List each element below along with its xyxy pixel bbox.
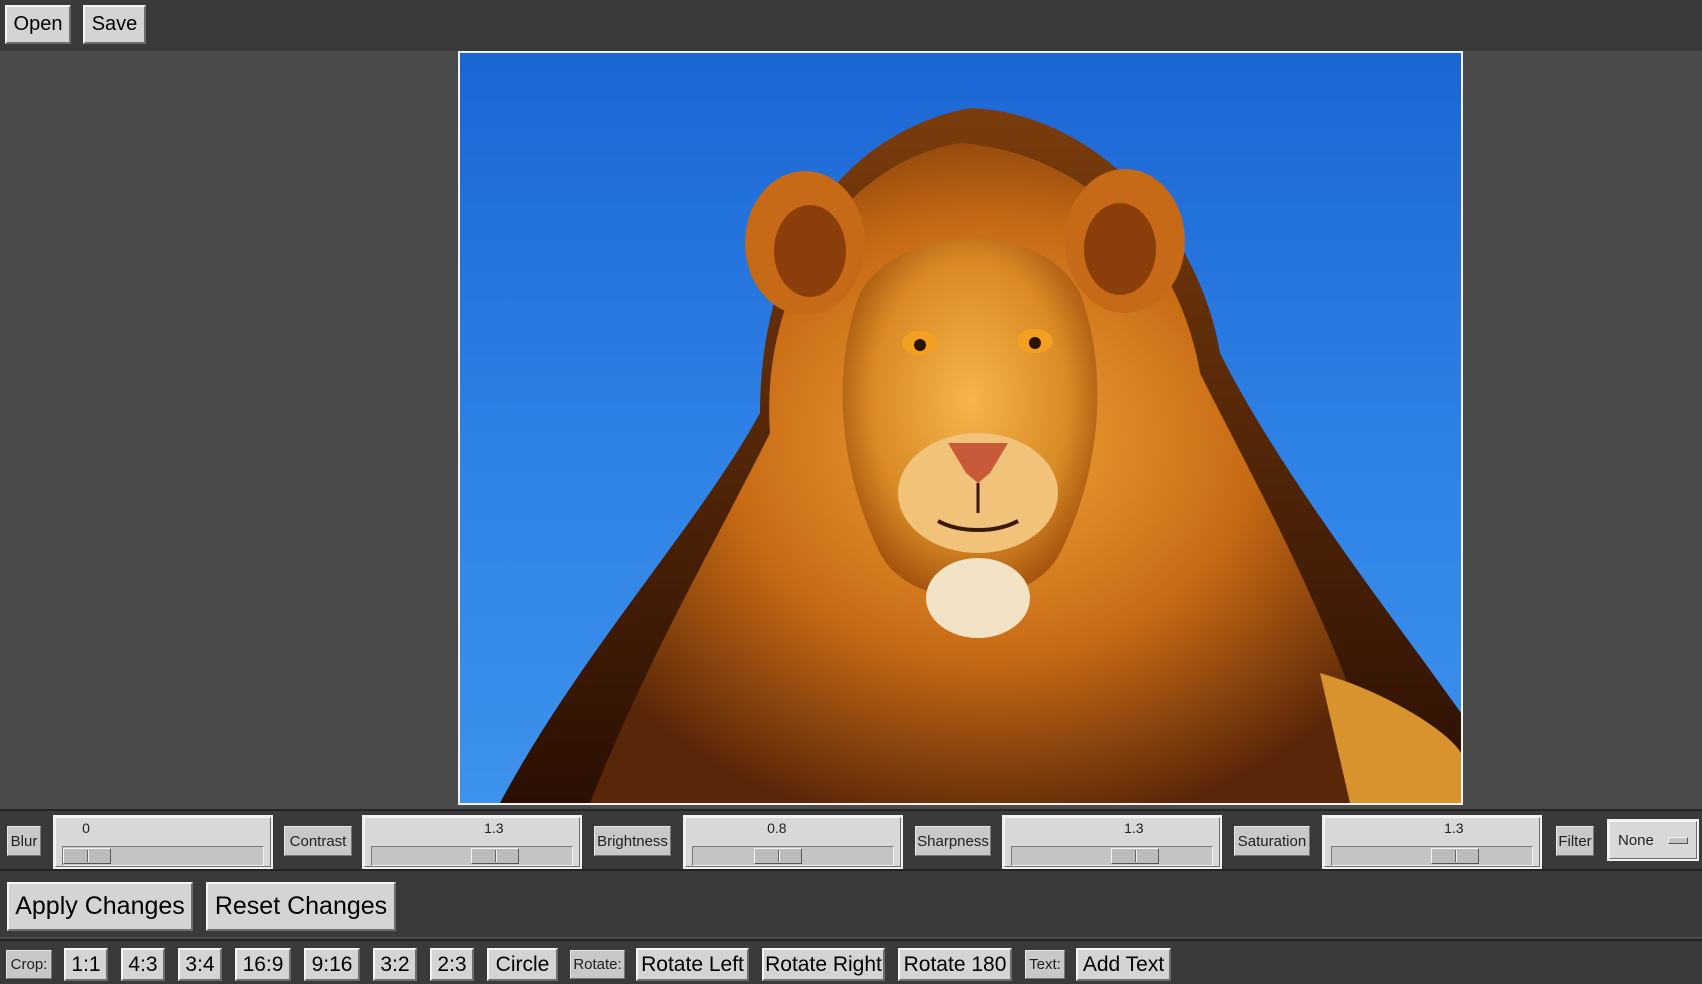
contrast-label: Contrast bbox=[284, 826, 352, 856]
rotate-right-button[interactable]: Rotate Right bbox=[762, 948, 885, 981]
filter-select[interactable]: None bbox=[1607, 819, 1699, 861]
sharpness-slider[interactable]: 1.3 bbox=[1002, 815, 1222, 869]
saturation-slider[interactable]: 1.3 bbox=[1322, 815, 1542, 869]
crop-1-1-button[interactable]: 1:1 bbox=[64, 948, 108, 981]
open-button[interactable]: Open bbox=[5, 5, 71, 44]
image-canvas[interactable] bbox=[458, 51, 1463, 805]
saturation-track bbox=[1331, 846, 1533, 866]
sharpness-thumb[interactable] bbox=[1110, 848, 1159, 864]
sharpness-track bbox=[1011, 846, 1213, 866]
reset-changes-button[interactable]: Reset Changes bbox=[206, 882, 396, 931]
saturation-value: 1.3 bbox=[1444, 820, 1464, 836]
filter-selected-value: None bbox=[1618, 831, 1654, 849]
crop-circle-button[interactable]: Circle bbox=[487, 948, 558, 981]
crop-3-4-button[interactable]: 3:4 bbox=[178, 948, 222, 981]
rotate-left-button[interactable]: Rotate Left bbox=[636, 948, 749, 981]
rotate-label: Rotate: bbox=[570, 950, 625, 979]
brightness-track bbox=[692, 846, 894, 866]
blur-slider[interactable]: 0 bbox=[53, 815, 273, 869]
crop-3-2-button[interactable]: 3:2 bbox=[373, 948, 417, 981]
blur-label: Blur bbox=[7, 826, 41, 856]
save-button[interactable]: Save bbox=[83, 5, 146, 44]
contrast-value: 1.3 bbox=[484, 820, 504, 836]
filter-label: Filter bbox=[1556, 826, 1594, 856]
crop-9-16-button[interactable]: 9:16 bbox=[304, 948, 360, 981]
crop-16-9-button[interactable]: 16:9 bbox=[235, 948, 291, 981]
sharpness-label: Sharpness bbox=[915, 826, 991, 856]
brightness-value: 0.8 bbox=[767, 820, 787, 836]
lion-photo bbox=[500, 108, 1461, 803]
contrast-track bbox=[371, 846, 573, 866]
crop-4-3-button[interactable]: 4:3 bbox=[121, 948, 165, 981]
crop-2-3-button[interactable]: 2:3 bbox=[430, 948, 474, 981]
rotate-180-button[interactable]: Rotate 180 bbox=[898, 948, 1012, 981]
saturation-label: Saturation bbox=[1234, 826, 1310, 856]
contrast-thumb[interactable] bbox=[470, 848, 519, 864]
option-menu-indicator-icon bbox=[1668, 837, 1688, 844]
add-text-button[interactable]: Add Text bbox=[1076, 948, 1171, 981]
brightness-thumb[interactable] bbox=[753, 848, 802, 864]
blur-value: 0 bbox=[82, 820, 90, 836]
sharpness-value: 1.3 bbox=[1124, 820, 1144, 836]
top-toolbar bbox=[0, 0, 1702, 51]
saturation-thumb[interactable] bbox=[1430, 848, 1479, 864]
blur-track bbox=[62, 846, 264, 866]
text-label: Text: bbox=[1025, 950, 1065, 979]
contrast-slider[interactable]: 1.3 bbox=[362, 815, 582, 869]
brightness-label: Brightness bbox=[594, 826, 671, 856]
blur-thumb[interactable] bbox=[63, 848, 111, 864]
brightness-slider[interactable]: 0.8 bbox=[683, 815, 903, 869]
apply-changes-button[interactable]: Apply Changes bbox=[7, 882, 193, 931]
crop-label: Crop: bbox=[6, 950, 52, 979]
